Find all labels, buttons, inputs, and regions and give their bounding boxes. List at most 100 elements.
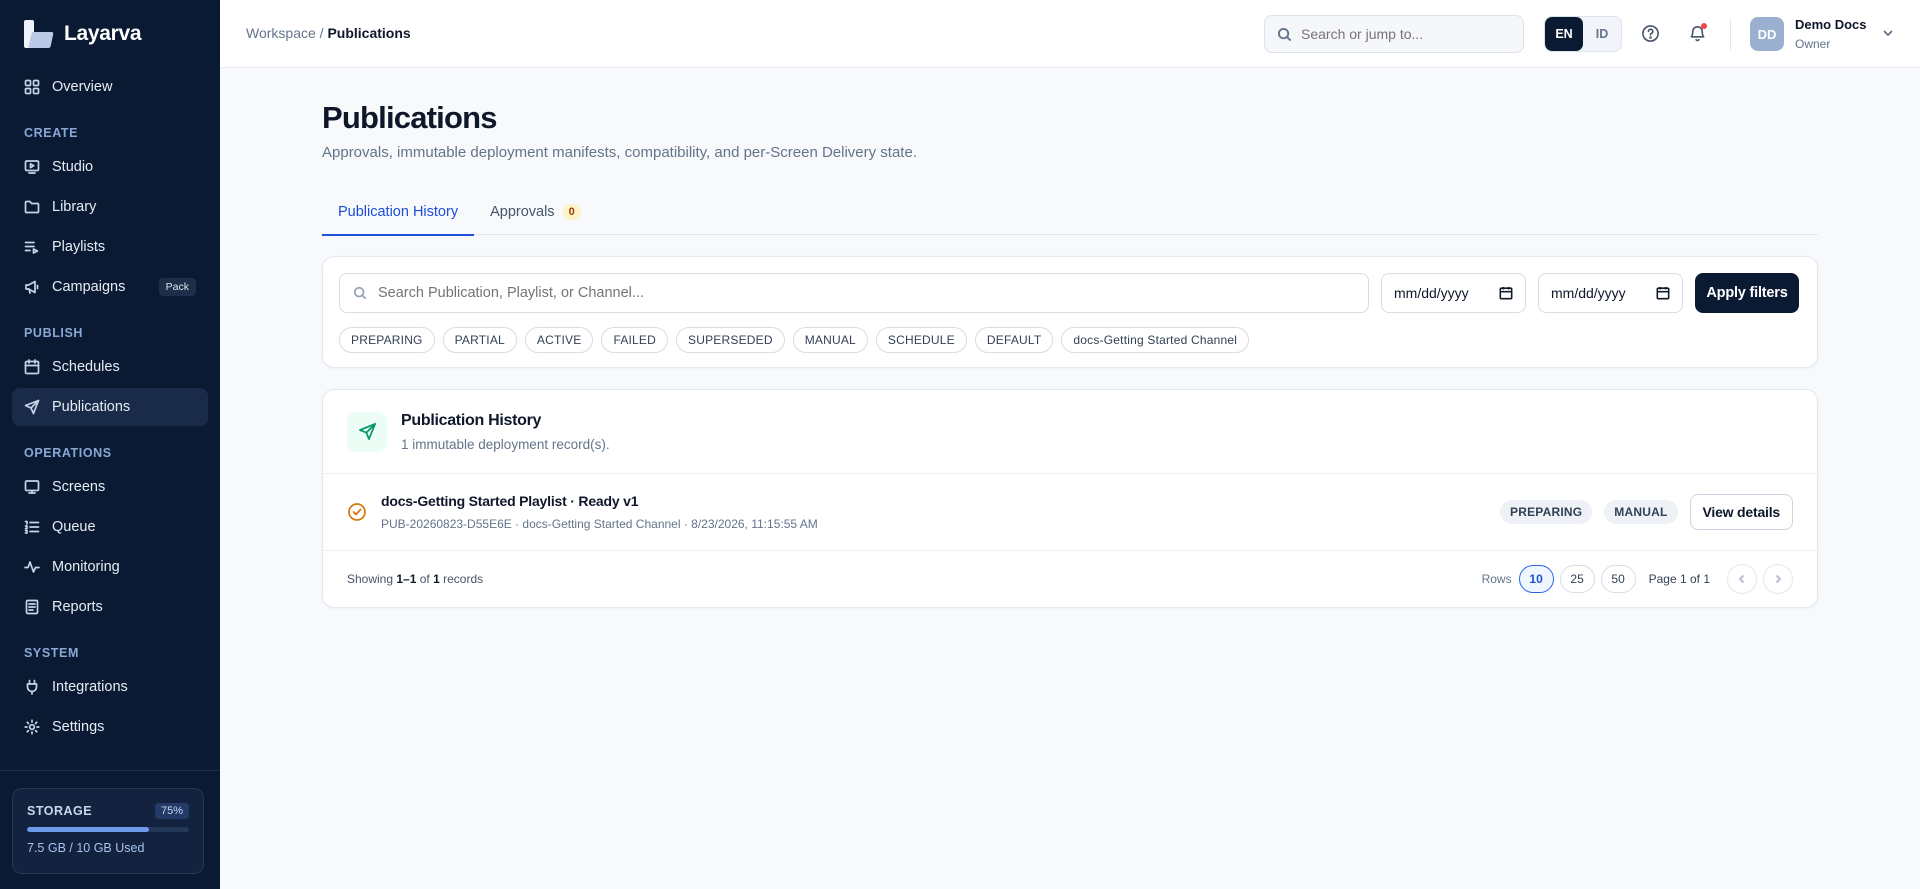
sidebar-nav: Overview CREATE Studio Library Playlists… <box>0 68 220 746</box>
date-from-field[interactable]: mm/dd/yyyy <box>1381 273 1526 313</box>
sidebar-item-label: Monitoring <box>52 559 120 575</box>
sidebar-item-label: Reports <box>52 599 103 615</box>
help-circle-icon <box>1641 24 1659 42</box>
calendar-icon[interactable] <box>1499 286 1513 300</box>
lang-en-button[interactable]: EN <box>1545 17 1583 51</box>
gear-icon <box>24 719 40 735</box>
sidebar-item-label: Screens <box>52 479 106 495</box>
storage-progress-fill <box>27 827 149 832</box>
language-toggle: EN ID <box>1544 16 1622 52</box>
chevron-right-icon <box>1775 574 1782 584</box>
global-search[interactable] <box>1264 15 1524 53</box>
sidebar-item-label: Queue <box>52 519 96 535</box>
rows-option-50[interactable]: 50 <box>1600 565 1636 593</box>
sidebar-item-playlists[interactable]: Playlists <box>12 228 208 266</box>
topbar: Workspace / Publications EN ID DD Demo D… <box>220 0 1920 68</box>
storage-label: STORAGE <box>27 804 93 818</box>
sidebar-item-label: Overview <box>52 79 113 95</box>
sidebar-item-studio[interactable]: Studio <box>12 148 208 186</box>
page-info: Page 1 of 1 <box>1648 572 1710 586</box>
pager: Rows 10 25 50 Page 1 of 1 <box>1482 564 1793 594</box>
sidebar-item-label: Settings <box>52 719 105 735</box>
notification-dot <box>1701 23 1707 29</box>
sidebar-item-overview[interactable]: Overview <box>12 68 208 106</box>
filter-chip-channel[interactable]: docs-Getting Started Channel <box>1061 327 1250 353</box>
search-icon <box>1277 27 1292 41</box>
view-details-button[interactable]: View details <box>1689 494 1793 530</box>
date-from-value: mm/dd/yyyy <box>1394 285 1469 301</box>
send-icon <box>24 399 40 415</box>
filter-chip-failed[interactable]: FAILED <box>601 327 669 353</box>
filter-chip-active[interactable]: ACTIVE <box>524 327 594 353</box>
sidebar-item-settings[interactable]: Settings <box>12 708 208 746</box>
sidebar-item-label: Campaigns <box>52 279 126 295</box>
rows-option-10[interactable]: 10 <box>1518 565 1554 593</box>
sidebar-section-system: SYSTEM <box>24 646 79 660</box>
sidebar-item-publications[interactable]: Publications <box>12 388 208 426</box>
calendar-icon[interactable] <box>1656 286 1670 300</box>
publication-search[interactable] <box>339 273 1369 313</box>
breadcrumb-root[interactable]: Workspace / <box>246 25 327 41</box>
showing-prefix: Showing <box>347 572 397 586</box>
tab-publication-history[interactable]: Publication History <box>322 189 475 236</box>
history-title: Publication History <box>401 411 542 429</box>
tab-label: Publication History <box>338 204 459 220</box>
date-to-field[interactable]: mm/dd/yyyy <box>1538 273 1683 313</box>
tab-label: Approvals <box>490 204 555 220</box>
prev-page-button[interactable] <box>1727 564 1757 594</box>
publication-history-panel: Publication History 1 immutable deployme… <box>322 389 1818 608</box>
lang-id-button[interactable]: ID <box>1583 17 1621 51</box>
storage-progress-bar <box>27 827 189 832</box>
sidebar-item-reports[interactable]: Reports <box>12 588 208 626</box>
sidebar-item-integrations[interactable]: Integrations <box>12 668 208 706</box>
filter-chip-schedule[interactable]: SCHEDULE <box>875 327 967 353</box>
folder-icon <box>24 199 40 215</box>
apply-filters-button[interactable]: Apply filters <box>1695 273 1799 313</box>
showing-total: 1 <box>433 572 440 586</box>
sidebar-item-monitoring[interactable]: Monitoring <box>12 548 208 586</box>
breadcrumb: Workspace / Publications <box>246 25 411 41</box>
avatar[interactable]: DD <box>1750 17 1784 51</box>
sidebar-item-label: Schedules <box>52 359 120 375</box>
pack-badge: Pack <box>158 278 196 296</box>
filter-chip-manual[interactable]: MANUAL <box>792 327 868 353</box>
activity-icon <box>24 559 40 575</box>
next-page-button[interactable] <box>1763 564 1793 594</box>
sidebar-item-campaigns[interactable]: Campaigns Pack <box>12 268 208 306</box>
history-header: Publication History 1 immutable deployme… <box>323 390 1817 474</box>
sidebar: Layarva Overview CREATE Studio Library P… <box>0 0 220 889</box>
breadcrumb-current: Publications <box>327 25 411 41</box>
list-item[interactable]: docs-Getting Started Playlist · Ready v1… <box>323 474 1817 551</box>
global-search-input[interactable] <box>1301 26 1501 42</box>
user-name[interactable]: Demo Docs <box>1795 17 1867 32</box>
tab-approvals[interactable]: Approvals 0 <box>474 189 597 235</box>
user-menu-chevron[interactable] <box>1880 25 1896 41</box>
user-role: Owner <box>1795 37 1831 51</box>
sidebar-item-label: Library <box>52 199 97 215</box>
sidebar-item-schedules[interactable]: Schedules <box>12 348 208 386</box>
sidebar-section-create: CREATE <box>24 126 79 140</box>
publication-search-input[interactable] <box>378 285 1278 301</box>
help-button[interactable] <box>1639 22 1661 44</box>
filter-chip-preparing[interactable]: PREPARING <box>339 327 435 353</box>
brand[interactable]: Layarva <box>0 0 220 68</box>
filter-chip-superseded[interactable]: SUPERSEDED <box>676 327 785 353</box>
pagination-bar: Showing 1–1 of 1 records Rows 10 25 50 P… <box>323 551 1817 607</box>
sidebar-item-queue[interactable]: Queue <box>12 508 208 546</box>
rows-option-25[interactable]: 25 <box>1559 565 1595 593</box>
filter-chip-default[interactable]: DEFAULT <box>974 327 1054 353</box>
send-icon <box>347 411 387 452</box>
filter-chip-partial[interactable]: PARTIAL <box>442 327 517 353</box>
showing-text: Showing 1–1 of 1 records <box>347 572 483 586</box>
rows-label: Rows <box>1481 572 1512 586</box>
sidebar-item-screens[interactable]: Screens <box>12 468 208 506</box>
sidebar-section-publish: PUBLISH <box>24 326 84 340</box>
notifications-button[interactable] <box>1686 22 1708 44</box>
sidebar-item-library[interactable]: Library <box>12 188 208 226</box>
sidebar-item-label: Publications <box>52 399 131 415</box>
brand-name: Layarva <box>64 22 142 45</box>
record-meta: PUB-20260823-D55E6E · docs-Getting Start… <box>381 517 818 531</box>
sidebar-item-label: Playlists <box>52 239 106 255</box>
sidebar-item-label: Integrations <box>52 679 128 695</box>
status-badge: PREPARING <box>1500 500 1593 524</box>
